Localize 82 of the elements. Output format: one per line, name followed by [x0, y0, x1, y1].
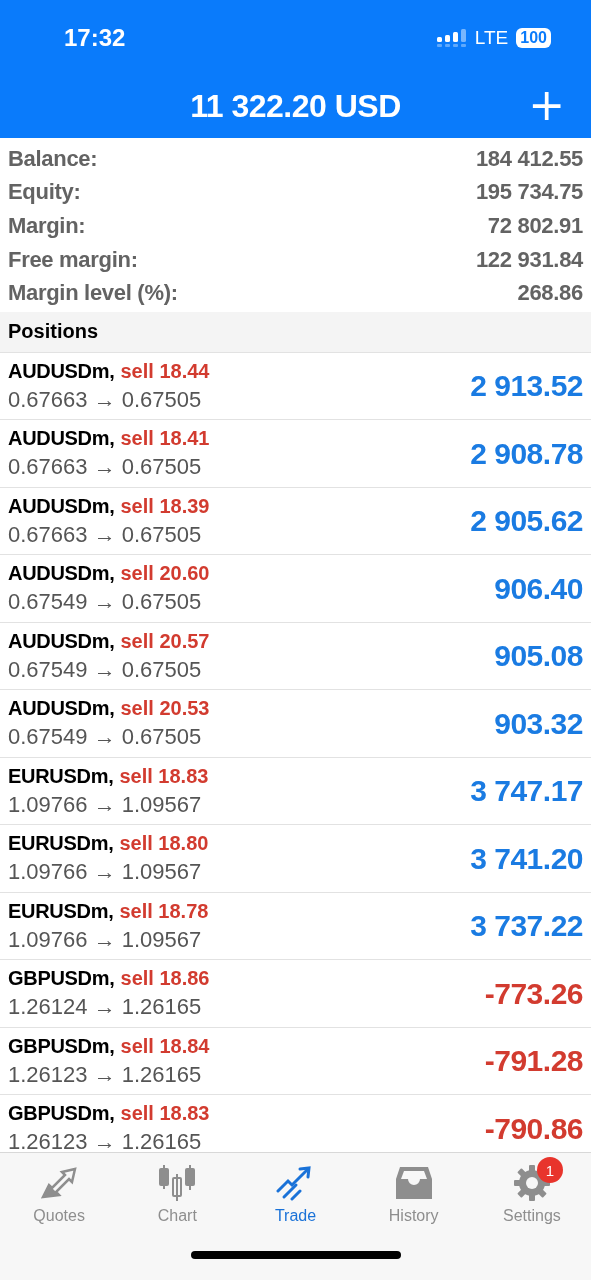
- profit-value: 2 908.78: [470, 436, 583, 471]
- arrows-icon: [39, 1165, 80, 1201]
- tab-button[interactable]: 1 Settings: [472, 1153, 591, 1225]
- summary-label: Equity:: [8, 179, 81, 206]
- order-label: sell 20.60: [120, 562, 210, 586]
- price-range: 1.26123 → 1.26165: [8, 1129, 203, 1152]
- price-range: 0.67663 → 0.67505: [8, 386, 203, 413]
- order-label: sell 18.78: [119, 899, 209, 923]
- profit-value: 3 747.17: [470, 774, 583, 809]
- position-row[interactable]: AUDUSDm, sell 20.57 0.67549 → 0.67505 905.08: [0, 621, 591, 690]
- symbol-label: EURUSDm,: [8, 832, 114, 856]
- symbol-label: GBPUSDm,: [8, 967, 115, 991]
- symbol-label: AUDUSDm,: [8, 359, 115, 383]
- profit-value: -791.28: [484, 1044, 583, 1079]
- profit-value: 3 737.22: [470, 909, 583, 944]
- price-range: 1.09766 → 1.09567: [8, 859, 203, 886]
- summary-label: Free margin:: [8, 246, 138, 273]
- order-label: sell 20.53: [120, 697, 210, 721]
- notification-badge: 1: [536, 1157, 563, 1183]
- summary-value: 184 412.55: [475, 145, 583, 172]
- price-range: 0.67663 → 0.67505: [8, 454, 203, 481]
- profit-value: 905.08: [494, 639, 583, 674]
- profit-value: -773.26: [484, 976, 583, 1011]
- profit-value: 2 905.62: [470, 504, 583, 539]
- position-row[interactable]: GBPUSDm, sell 18.84 1.26123 → 1.26165 -791.28: [0, 1026, 591, 1095]
- price-range: 1.09766 → 1.09567: [8, 926, 203, 953]
- network-label: LTE: [474, 26, 509, 49]
- symbol-label: AUDUSDm,: [8, 697, 115, 721]
- price-range: 1.09766 → 1.09567: [8, 791, 203, 818]
- symbol-label: GBPUSDm,: [8, 1102, 115, 1126]
- order-label: sell 18.84: [120, 1034, 210, 1058]
- account-total: 11 322.20 USD: [190, 88, 401, 125]
- order-label: sell 18.86: [120, 967, 210, 991]
- battery-level: 100: [516, 27, 551, 48]
- price-range: 1.26124 → 1.26165: [8, 994, 203, 1021]
- profit-value: 906.40: [494, 571, 583, 606]
- position-row[interactable]: AUDUSDm, sell 18.41 0.67663 → 0.67505 2 908.78: [0, 419, 591, 487]
- price-range: 1.26123 → 1.26165: [8, 1061, 203, 1088]
- summary-label: Margin level (%):: [8, 280, 178, 307]
- price-range: 0.67549 → 0.67505: [8, 724, 203, 751]
- order-label: sell 18.83: [120, 1102, 210, 1126]
- order-label: sell 18.44: [120, 359, 210, 383]
- order-label: sell 18.41: [120, 427, 210, 451]
- status-time: 17:32: [64, 23, 126, 52]
- summary-label: Balance:: [8, 145, 98, 172]
- section-header: Positions: [0, 311, 591, 352]
- profit-value: 903.32: [494, 706, 583, 741]
- order-label: sell 18.39: [120, 494, 210, 518]
- signal-icon: [436, 28, 467, 47]
- add-button[interactable]: +: [528, 83, 565, 127]
- price-range: 0.67549 → 0.67505: [8, 656, 203, 683]
- summary-value: 195 734.75: [475, 179, 583, 206]
- profit-value: 2 913.52: [470, 369, 583, 404]
- symbol-label: AUDUSDm,: [8, 629, 115, 653]
- position-row[interactable]: EURUSDm, sell 18.78 1.09766 → 1.09567 3 737.22: [0, 891, 591, 960]
- position-row[interactable]: AUDUSDm, sell 18.39 0.67663 → 0.67505 2 905.62: [0, 486, 591, 555]
- symbol-label: AUDUSDm,: [8, 494, 115, 518]
- position-row[interactable]: EURUSDm, sell 18.83 1.09766 → 1.09567 3 747.17: [0, 756, 591, 825]
- position-row[interactable]: GBPUSDm, sell 18.86 1.26124 → 1.26165 -773.26: [0, 959, 591, 1027]
- profit-value: 3 741.20: [470, 841, 583, 876]
- inbox-icon: [393, 1165, 434, 1201]
- position-row[interactable]: AUDUSDm, sell 18.44 0.67663 → 0.67505 2 913.52: [0, 351, 591, 420]
- profit-value: -790.86: [484, 1111, 583, 1146]
- symbol-label: EURUSDm,: [8, 899, 114, 923]
- summary-value: 72 802.91: [487, 213, 583, 239]
- position-row[interactable]: AUDUSDm, sell 20.53 0.67549 → 0.67505 903.32: [0, 689, 591, 757]
- summary-value: 122 931.84: [475, 246, 583, 273]
- candlestick-icon: [157, 1164, 198, 1202]
- price-range: 0.67663 → 0.67505: [8, 521, 203, 548]
- position-row[interactable]: AUDUSDm, sell 20.60 0.67549 → 0.67505 906.40: [0, 554, 591, 622]
- symbol-label: EURUSDm,: [8, 764, 114, 788]
- price-range: 0.67549 → 0.67505: [8, 589, 203, 616]
- symbol-label: GBPUSDm,: [8, 1034, 115, 1058]
- tab-button[interactable]: Trade: [236, 1153, 355, 1225]
- order-label: sell 20.57: [120, 629, 210, 653]
- symbol-label: AUDUSDm,: [8, 562, 115, 586]
- symbol-label: AUDUSDm,: [8, 427, 115, 451]
- order-label: sell 18.80: [119, 832, 209, 856]
- order-label: sell 18.83: [119, 764, 209, 788]
- summary-value: 268.86: [517, 280, 583, 307]
- position-row[interactable]: EURUSDm, sell 18.80 1.09766 → 1.09567 3 741.20: [0, 824, 591, 892]
- summary-label: Margin:: [8, 213, 86, 239]
